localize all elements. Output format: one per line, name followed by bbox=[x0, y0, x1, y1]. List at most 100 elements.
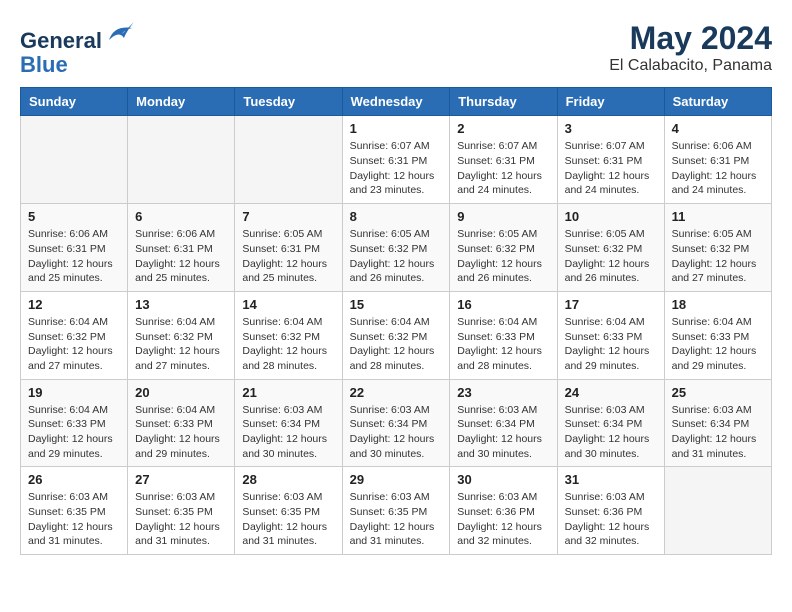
calendar-cell: 17Sunrise: 6:04 AMSunset: 6:33 PMDayligh… bbox=[557, 291, 664, 379]
location-text: El Calabacito, Panama bbox=[609, 57, 772, 75]
day-number: 10 bbox=[565, 209, 657, 224]
day-number: 11 bbox=[672, 209, 764, 224]
calendar-cell: 25 Sunrise: 6:03 AMSunset: 6:34 PMDayligh… bbox=[664, 379, 771, 467]
day-info: Sunrise: 6:04 AMSunset: 6:32 PMDaylight:… bbox=[28, 315, 120, 374]
calendar-cell: 26Sunrise: 6:03 AMSunset: 6:35 PMDayligh… bbox=[21, 467, 128, 555]
calendar-cell: 1 Sunrise: 6:07 AMSunset: 6:31 PMDaylight… bbox=[342, 116, 450, 204]
weekday-header-wednesday: Wednesday bbox=[342, 88, 450, 116]
day-number: 16 bbox=[457, 297, 549, 312]
calendar-cell bbox=[235, 116, 342, 204]
day-number: 9 bbox=[457, 209, 549, 224]
day-number: 3 bbox=[565, 121, 657, 136]
day-info: Sunrise: 6:05 AMSunset: 6:32 PMDaylight:… bbox=[457, 227, 549, 286]
day-info: Sunrise: 6:05 AMSunset: 6:32 PMDaylight:… bbox=[565, 227, 657, 286]
day-number: 8 bbox=[350, 209, 443, 224]
day-info: Sunrise: 6:03 AMSunset: 6:34 PMDaylight:… bbox=[565, 403, 657, 462]
day-number: 31 bbox=[565, 472, 657, 487]
day-info: Sunrise: 6:06 AMSunset: 6:31 PMDaylight:… bbox=[28, 227, 120, 286]
calendar-cell: 23 Sunrise: 6:03 AMSunset: 6:34 PMDayligh… bbox=[450, 379, 557, 467]
day-number: 14 bbox=[242, 297, 334, 312]
day-info: Sunrise: 6:04 AMSunset: 6:33 PMDaylight:… bbox=[28, 403, 120, 462]
week-row-3: 12Sunrise: 6:04 AMSunset: 6:32 PMDayligh… bbox=[21, 291, 772, 379]
calendar-cell: 20Sunrise: 6:04 AMSunset: 6:33 PMDayligh… bbox=[128, 379, 235, 467]
day-info: Sunrise: 6:04 AMSunset: 6:32 PMDaylight:… bbox=[135, 315, 227, 374]
day-info: Sunrise: 6:03 AMSunset: 6:35 PMDaylight:… bbox=[28, 490, 120, 549]
calendar-cell: 11 Sunrise: 6:05 AMSunset: 6:32 PMDayligh… bbox=[664, 204, 771, 292]
logo-text: General Blue bbox=[20, 20, 134, 77]
day-number: 25 bbox=[672, 385, 764, 400]
day-info: Sunrise: 6:03 AMSunset: 6:34 PMDaylight:… bbox=[672, 403, 764, 462]
calendar-cell: 18 Sunrise: 6:04 AMSunset: 6:33 PMDayligh… bbox=[664, 291, 771, 379]
day-info: Sunrise: 6:07 AMSunset: 6:31 PMDaylight:… bbox=[457, 139, 549, 198]
calendar-cell: 21Sunrise: 6:03 AMSunset: 6:34 PMDayligh… bbox=[235, 379, 342, 467]
day-info: Sunrise: 6:03 AMSunset: 6:35 PMDaylight:… bbox=[242, 490, 334, 549]
day-number: 17 bbox=[565, 297, 657, 312]
calendar-cell: 13 Sunrise: 6:04 AMSunset: 6:32 PMDayligh… bbox=[128, 291, 235, 379]
calendar-cell: 6 Sunrise: 6:06 AMSunset: 6:31 PMDaylight… bbox=[128, 204, 235, 292]
day-number: 29 bbox=[350, 472, 443, 487]
calendar-cell: 22 Sunrise: 6:03 AMSunset: 6:34 PMDayligh… bbox=[342, 379, 450, 467]
week-row-5: 26Sunrise: 6:03 AMSunset: 6:35 PMDayligh… bbox=[21, 467, 772, 555]
calendar-cell: 24Sunrise: 6:03 AMSunset: 6:34 PMDayligh… bbox=[557, 379, 664, 467]
day-number: 6 bbox=[135, 209, 227, 224]
weekday-header-saturday: Saturday bbox=[664, 88, 771, 116]
weekday-header-row: SundayMondayTuesdayWednesdayThursdayFrid… bbox=[21, 88, 772, 116]
day-info: Sunrise: 6:04 AMSunset: 6:32 PMDaylight:… bbox=[350, 315, 443, 374]
day-info: Sunrise: 6:06 AMSunset: 6:31 PMDaylight:… bbox=[672, 139, 764, 198]
calendar-cell: 28 Sunrise: 6:03 AMSunset: 6:35 PMDayligh… bbox=[235, 467, 342, 555]
calendar-cell: 10 Sunrise: 6:05 AMSunset: 6:32 PMDayligh… bbox=[557, 204, 664, 292]
weekday-header-friday: Friday bbox=[557, 88, 664, 116]
day-info: Sunrise: 6:05 AMSunset: 6:31 PMDaylight:… bbox=[242, 227, 334, 286]
day-info: Sunrise: 6:03 AMSunset: 6:36 PMDaylight:… bbox=[565, 490, 657, 549]
day-number: 2 bbox=[457, 121, 549, 136]
day-number: 19 bbox=[28, 385, 120, 400]
day-info: Sunrise: 6:04 AMSunset: 6:33 PMDaylight:… bbox=[672, 315, 764, 374]
calendar-table: SundayMondayTuesdayWednesdayThursdayFrid… bbox=[20, 87, 772, 555]
day-info: Sunrise: 6:04 AMSunset: 6:32 PMDaylight:… bbox=[242, 315, 334, 374]
day-info: Sunrise: 6:03 AMSunset: 6:34 PMDaylight:… bbox=[350, 403, 443, 462]
calendar-cell: 5 Sunrise: 6:06 AMSunset: 6:31 PMDaylight… bbox=[21, 204, 128, 292]
day-info: Sunrise: 6:07 AMSunset: 6:31 PMDaylight:… bbox=[350, 139, 443, 198]
week-row-4: 19 Sunrise: 6:04 AMSunset: 6:33 PMDayligh… bbox=[21, 379, 772, 467]
calendar-cell: 27 Sunrise: 6:03 AMSunset: 6:35 PMDayligh… bbox=[128, 467, 235, 555]
day-info: Sunrise: 6:07 AMSunset: 6:31 PMDaylight:… bbox=[565, 139, 657, 198]
day-number: 22 bbox=[350, 385, 443, 400]
calendar-cell: 16 Sunrise: 6:04 AMSunset: 6:33 PMDayligh… bbox=[450, 291, 557, 379]
day-number: 28 bbox=[242, 472, 334, 487]
calendar-cell: 12Sunrise: 6:04 AMSunset: 6:32 PMDayligh… bbox=[21, 291, 128, 379]
weekday-header-thursday: Thursday bbox=[450, 88, 557, 116]
day-number: 27 bbox=[135, 472, 227, 487]
calendar-cell: 30Sunrise: 6:03 AMSunset: 6:36 PMDayligh… bbox=[450, 467, 557, 555]
week-row-1: 1 Sunrise: 6:07 AMSunset: 6:31 PMDaylight… bbox=[21, 116, 772, 204]
day-number: 13 bbox=[135, 297, 227, 312]
day-info: Sunrise: 6:06 AMSunset: 6:31 PMDaylight:… bbox=[135, 227, 227, 286]
day-number: 18 bbox=[672, 297, 764, 312]
logo: General Blue bbox=[20, 20, 134, 77]
weekday-header-sunday: Sunday bbox=[21, 88, 128, 116]
weekday-header-tuesday: Tuesday bbox=[235, 88, 342, 116]
day-info: Sunrise: 6:03 AMSunset: 6:36 PMDaylight:… bbox=[457, 490, 549, 549]
day-info: Sunrise: 6:03 AMSunset: 6:35 PMDaylight:… bbox=[135, 490, 227, 549]
weekday-header-monday: Monday bbox=[128, 88, 235, 116]
day-info: Sunrise: 6:03 AMSunset: 6:34 PMDaylight:… bbox=[242, 403, 334, 462]
calendar-cell bbox=[21, 116, 128, 204]
calendar-cell bbox=[128, 116, 235, 204]
calendar-cell: 15Sunrise: 6:04 AMSunset: 6:32 PMDayligh… bbox=[342, 291, 450, 379]
logo-bird-icon bbox=[104, 20, 134, 48]
calendar-cell: 8 Sunrise: 6:05 AMSunset: 6:32 PMDaylight… bbox=[342, 204, 450, 292]
day-number: 7 bbox=[242, 209, 334, 224]
calendar-cell: 3 Sunrise: 6:07 AMSunset: 6:31 PMDaylight… bbox=[557, 116, 664, 204]
day-number: 5 bbox=[28, 209, 120, 224]
week-row-2: 5 Sunrise: 6:06 AMSunset: 6:31 PMDaylight… bbox=[21, 204, 772, 292]
day-info: Sunrise: 6:05 AMSunset: 6:32 PMDaylight:… bbox=[672, 227, 764, 286]
day-info: Sunrise: 6:04 AMSunset: 6:33 PMDaylight:… bbox=[457, 315, 549, 374]
day-number: 23 bbox=[457, 385, 549, 400]
calendar-cell: 4Sunrise: 6:06 AMSunset: 6:31 PMDaylight… bbox=[664, 116, 771, 204]
day-number: 1 bbox=[350, 121, 443, 136]
calendar-cell: 29Sunrise: 6:03 AMSunset: 6:35 PMDayligh… bbox=[342, 467, 450, 555]
calendar-cell: 2 Sunrise: 6:07 AMSunset: 6:31 PMDaylight… bbox=[450, 116, 557, 204]
day-number: 20 bbox=[135, 385, 227, 400]
page-header: General Blue May 2024 El Calabacito, Pan… bbox=[20, 20, 772, 77]
day-info: Sunrise: 6:03 AMSunset: 6:34 PMDaylight:… bbox=[457, 403, 549, 462]
day-info: Sunrise: 6:05 AMSunset: 6:32 PMDaylight:… bbox=[350, 227, 443, 286]
